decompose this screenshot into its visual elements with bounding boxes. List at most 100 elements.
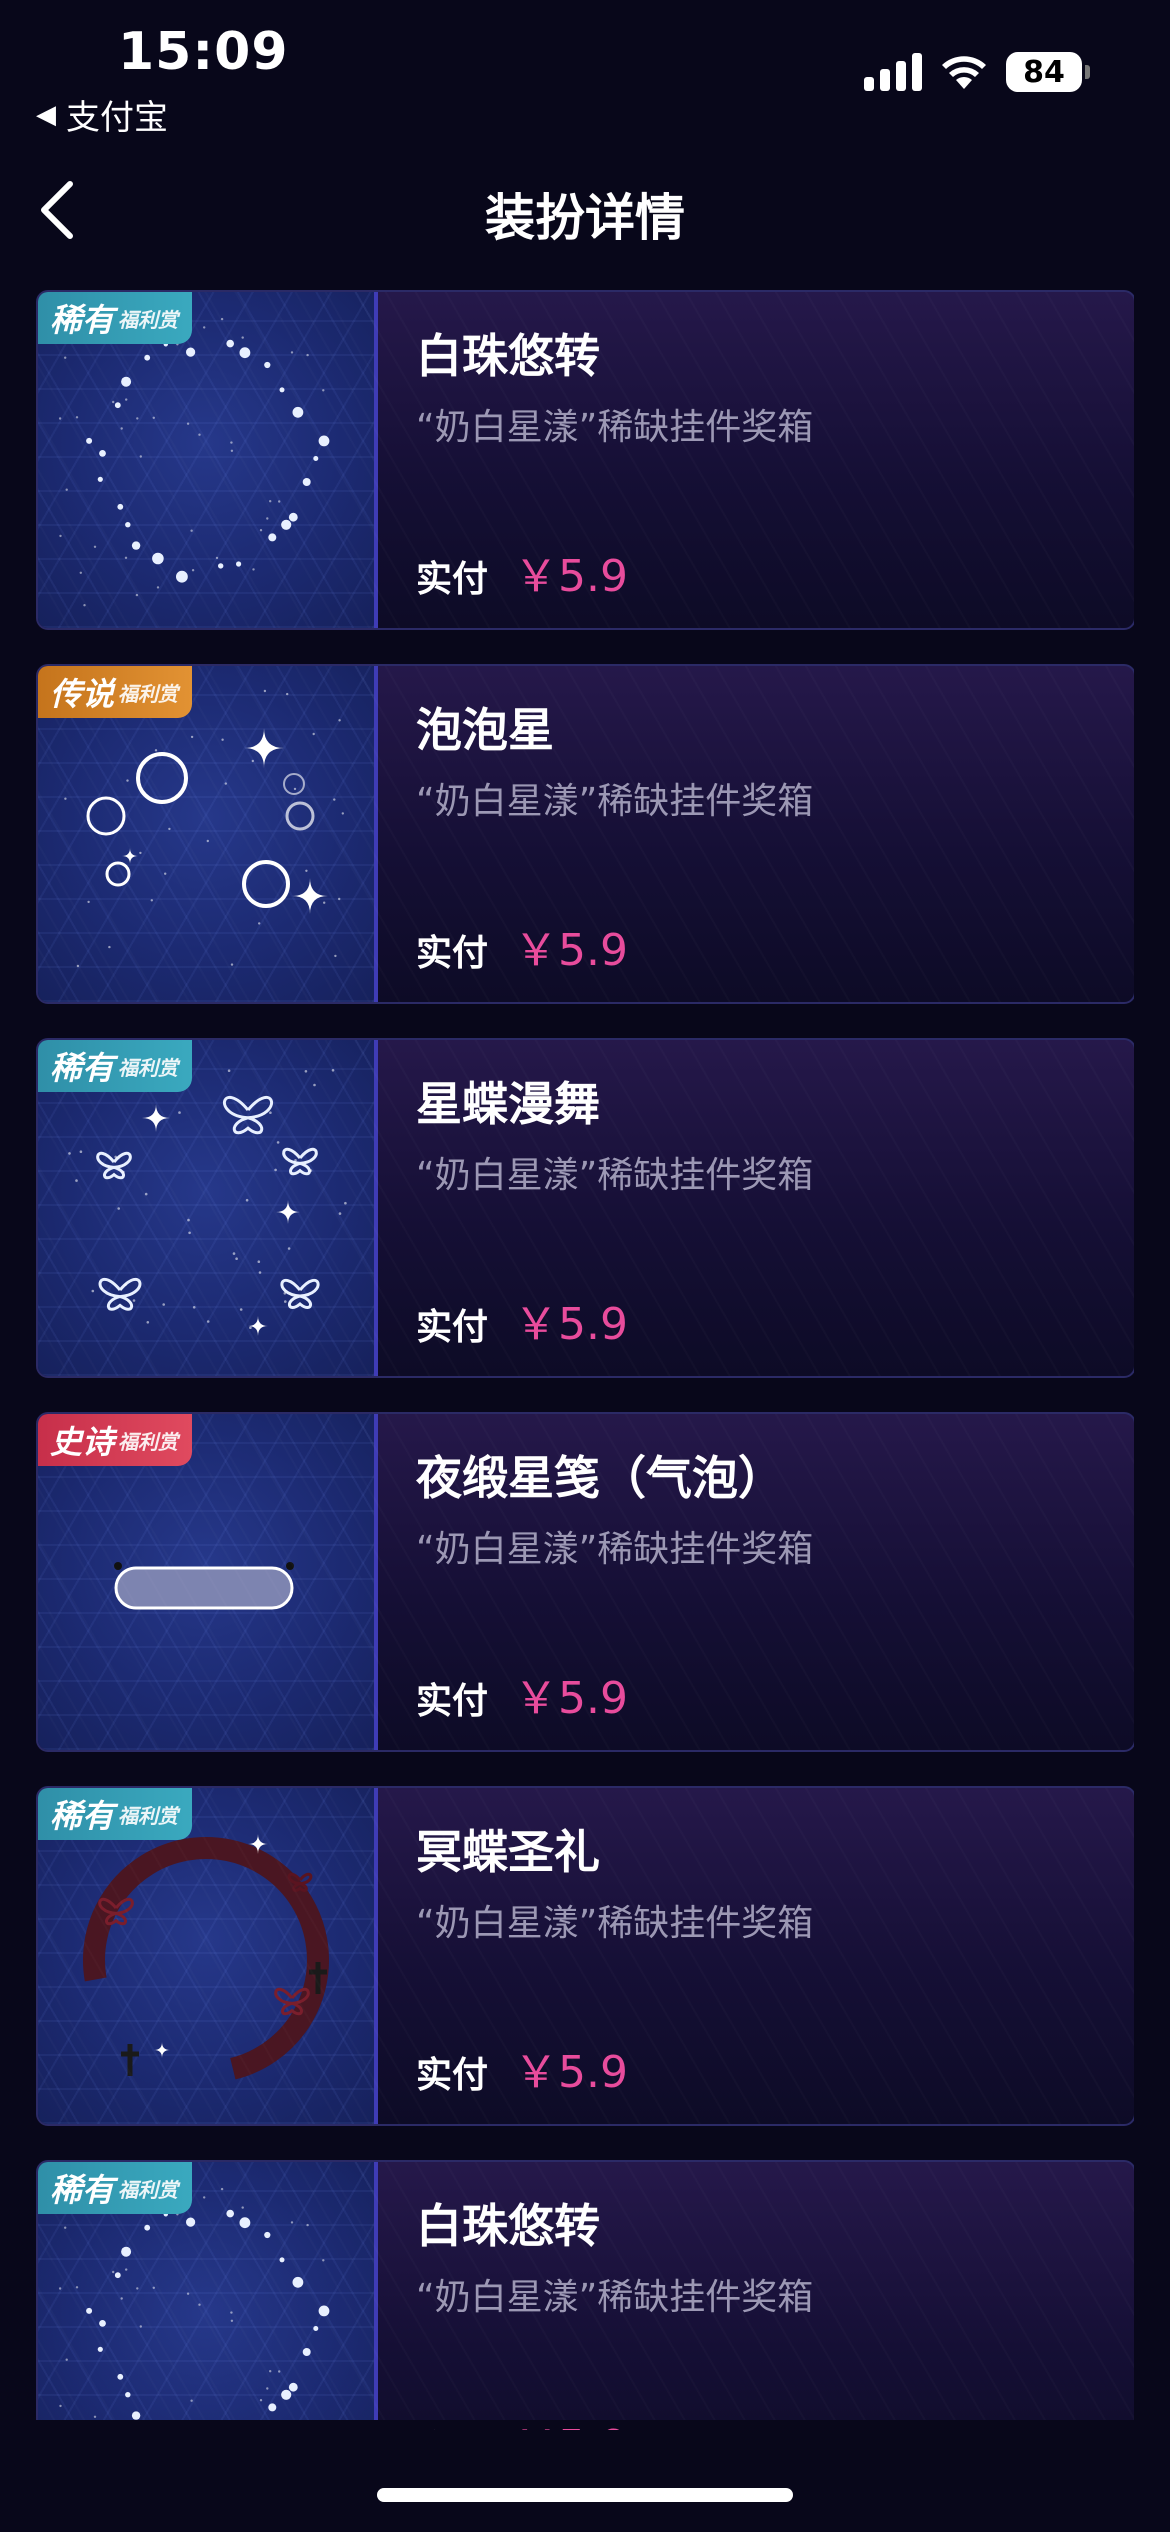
dot-mark (227, 1069, 231, 1072)
dot-mark (124, 1283, 127, 1287)
rarity-tag: 福利赏 (118, 1803, 179, 1828)
ring-mark (283, 773, 305, 795)
dot-mark (120, 427, 123, 430)
price-value: ￥5.9 (514, 2410, 628, 2430)
butterfly-mark (98, 1277, 142, 1311)
dot-mark (121, 376, 132, 387)
list-item[interactable]: 史诗 福利赏 夜缎星笺（气泡） “奶白星漾”稀缺挂件奖箱 实付 ￥5.9 (36, 1412, 1134, 1752)
dot-mark (156, 586, 160, 589)
dot-mark (279, 387, 285, 393)
dot-mark (112, 400, 115, 404)
dot-mark (278, 500, 281, 503)
price-row: 实付 ￥5.9 (416, 914, 628, 978)
list-item[interactable]: 稀有 福利赏 冥蝶圣礼 “奶白星漾”稀缺挂件奖箱 实付 ￥5.9 (36, 1786, 1134, 2126)
list-item[interactable]: 稀有 福利赏 星蝶漫舞 “奶白星漾”稀缺挂件奖箱 实付 ￥5.9 (36, 1038, 1134, 1378)
sparkle-mark (154, 2042, 170, 2058)
dot-mark (192, 1306, 196, 1309)
ring-mark (83, 1837, 329, 2083)
dot-mark (65, 2358, 68, 2361)
ring-mark (105, 861, 131, 887)
dot-mark (266, 2387, 269, 2390)
dot-mark (286, 692, 289, 696)
dot-mark (125, 2268, 128, 2271)
dot-mark (241, 336, 244, 339)
list-item[interactable]: 传说 福利赏 泡泡星 “奶白星漾”稀缺挂件奖箱 实付 ￥5.9 (36, 664, 1134, 1004)
item-source: “奶白星漾”稀缺挂件奖箱 (416, 2277, 814, 2318)
dot-mark (168, 827, 171, 831)
dot-mark (259, 2399, 263, 2402)
rarity-tier: 稀有 (50, 1797, 115, 1835)
dot-mark (114, 402, 121, 409)
dot-mark (306, 2223, 309, 2227)
screen: 15:09 ◀ 支付宝 84 装扮详情 稀有 福利赏 白珠悠转 “奶白星漾”稀缺… (0, 0, 1170, 2532)
dot-mark (318, 2305, 330, 2317)
dot-mark (220, 317, 224, 321)
dot-mark (331, 1069, 335, 1072)
dot-mark (87, 900, 90, 904)
dot-mark (235, 1257, 238, 1260)
status-time: 15:09 (118, 22, 289, 82)
rarity-badge: 稀有 福利赏 (38, 2162, 193, 2214)
dot-mark (264, 2231, 271, 2239)
dot-mark (120, 2297, 123, 2300)
dot-mark (79, 1150, 83, 1153)
dot-mark (290, 2221, 294, 2224)
list-item[interactable]: 稀有 福利赏 白珠悠转 “奶白星漾”稀缺挂件奖箱 实付 ￥5.9 (36, 290, 1134, 630)
rarity-tag: 福利赏 (118, 681, 179, 706)
dot-mark (136, 417, 139, 420)
item-list[interactable]: 稀有 福利赏 白珠悠转 “奶白星漾”稀缺挂件奖箱 实付 ￥5.9 传说 福利赏 … (36, 290, 1134, 2430)
list-item[interactable]: 稀有 福利赏 白珠悠转 “奶白星漾”稀缺挂件奖箱 实付 ￥5.9 (36, 2160, 1134, 2430)
price-value: ￥5.9 (514, 925, 628, 976)
dot-mark (79, 571, 82, 574)
rarity-tag: 福利赏 (118, 307, 179, 332)
status-bar: 15:09 ◀ 支付宝 84 (0, 0, 1170, 150)
dot-mark (117, 2373, 124, 2380)
dot-mark (252, 568, 255, 571)
dot-mark (99, 450, 106, 457)
butterfly-mark (96, 1151, 132, 1180)
dot-mark (58, 2287, 62, 2290)
item-info: 冥蝶圣礼 “奶白星漾”稀缺挂件奖箱 实付 ￥5.9 (416, 1788, 1114, 2124)
dot-mark (188, 1231, 191, 1235)
home-indicator[interactable] (377, 2488, 793, 2502)
return-to-app-link[interactable]: ◀ 支付宝 (36, 90, 168, 139)
dot-mark (178, 1111, 181, 1114)
dot-mark (93, 545, 97, 548)
dot-mark (259, 529, 263, 532)
dot-mark (292, 2276, 304, 2288)
dot-mark (239, 2217, 251, 2229)
status-icons: 84 (864, 52, 1090, 92)
dot-mark (122, 1170, 125, 1174)
dot-mark (114, 2272, 121, 2279)
dot-mark (313, 456, 319, 461)
price-value: ￥5.9 (514, 2047, 628, 2098)
dot-mark (293, 787, 297, 791)
dot-mark (203, 326, 206, 329)
back-triangle-icon: ◀ (36, 99, 56, 130)
dot-mark (203, 2196, 206, 2199)
dot-mark (93, 2415, 97, 2418)
bubble-bar-mark (114, 1566, 294, 1610)
dot-mark (64, 356, 67, 359)
item-source: “奶白星漾”稀缺挂件奖箱 (416, 1155, 814, 1196)
page-title: 装扮详情 (485, 189, 685, 247)
dot-mark (125, 398, 128, 401)
dot-mark (121, 2246, 132, 2257)
dot-mark (83, 604, 86, 607)
dot-mark (59, 534, 62, 538)
dot-mark (290, 351, 294, 354)
dot-mark (132, 1299, 136, 1302)
dot-mark (232, 1252, 236, 1255)
item-source: “奶白星漾”稀缺挂件奖箱 (416, 1903, 814, 1944)
item-name: 夜缎星笺（气泡） (416, 1451, 784, 1505)
dot-mark (135, 593, 139, 597)
dot-mark (139, 2325, 142, 2328)
dot-mark (338, 897, 341, 901)
dot-mark (112, 2270, 115, 2274)
rarity-badge: 稀有 福利赏 (38, 1788, 193, 1840)
price-row: 实付 ￥5.9 (416, 1662, 628, 1726)
dot-mark (281, 2389, 292, 2400)
rarity-badge: 稀有 福利赏 (38, 292, 193, 344)
dot-mark (305, 869, 308, 872)
dot-mark (65, 488, 68, 491)
